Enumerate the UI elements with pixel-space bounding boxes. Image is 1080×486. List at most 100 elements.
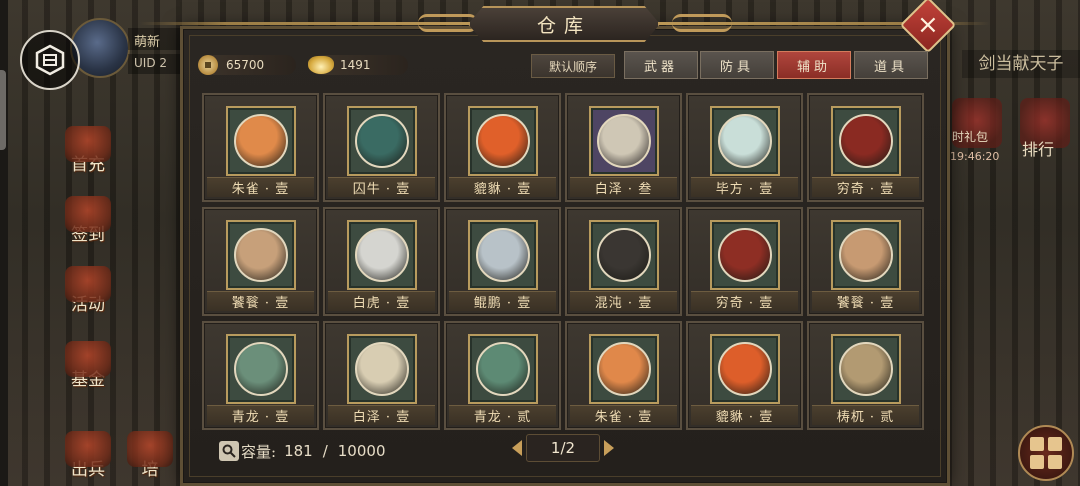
- item-slot[interactable]: 梼杌 · 贰: [807, 321, 924, 430]
- item-frame: [710, 334, 780, 404]
- main-menu-grid-button[interactable]: [1018, 425, 1074, 481]
- gold-currency: 1491: [308, 55, 408, 75]
- item-frame: [468, 220, 538, 290]
- beast-token-icon: [839, 114, 893, 168]
- item-name: 毕方 · 壹: [691, 177, 798, 197]
- tab-armor[interactable]: 防具: [700, 51, 774, 79]
- events-chest-icon: [65, 266, 111, 302]
- capacity-separator: /: [322, 442, 328, 460]
- first-recharge-icon: [65, 126, 111, 162]
- side-menu-fund[interactable]: 基金: [56, 330, 120, 390]
- beast-token-icon: [476, 342, 530, 396]
- item-slot[interactable]: 毕方 · 壹: [686, 93, 803, 202]
- item-name: 青龙 · 贰: [449, 405, 556, 425]
- item-slot[interactable]: 朱雀 · 壹: [565, 321, 682, 430]
- item-frame: [589, 106, 659, 176]
- item-slot[interactable]: 貔貅 · 壹: [686, 321, 803, 430]
- item-slot[interactable]: 穷奇 · 壹: [807, 93, 924, 202]
- item-frame: [831, 106, 901, 176]
- item-frame: [347, 334, 417, 404]
- item-frame: [831, 220, 901, 290]
- item-name: 朱雀 · 壹: [570, 405, 677, 425]
- gold-amount: 1491: [340, 58, 371, 72]
- beast-token-icon: [234, 342, 288, 396]
- item-slot[interactable]: 穷奇 · 壹: [686, 207, 803, 316]
- item-slot[interactable]: 鲲鹏 · 壹: [444, 207, 561, 316]
- item-slot[interactable]: 貔貅 · 壹: [444, 93, 561, 202]
- side-menu-events[interactable]: 活动: [56, 255, 120, 315]
- item-name: 囚牛 · 壹: [328, 177, 435, 197]
- edge-notch: [0, 70, 6, 150]
- item-frame: [347, 106, 417, 176]
- item-name: 梼杌 · 贰: [812, 405, 919, 425]
- item-slot[interactable]: 白虎 · 壹: [323, 207, 440, 316]
- item-name: 穷奇 · 壹: [812, 177, 919, 197]
- item-name: 白泽 · 壹: [328, 405, 435, 425]
- item-frame: [468, 334, 538, 404]
- gift-pack-label: 时礼包: [952, 130, 989, 144]
- item-frame: [589, 220, 659, 290]
- side-menu-dispatch[interactable]: 出兵: [56, 420, 120, 480]
- item-slot[interactable]: 白泽 · 叁: [565, 93, 682, 202]
- item-slot[interactable]: 白泽 · 壹: [323, 321, 440, 430]
- tab-items[interactable]: 道具: [854, 51, 928, 79]
- page-indicator: 1/2: [526, 434, 600, 462]
- search-icon[interactable]: [219, 441, 239, 461]
- item-name: 朱雀 · 壹: [207, 177, 314, 197]
- item-slot[interactable]: 青龙 · 壹: [202, 321, 319, 430]
- capacity-info: 容量: 181 / 10000: [219, 440, 385, 462]
- tab-weapons[interactable]: 武器: [624, 51, 698, 79]
- beast-token-icon: [597, 342, 651, 396]
- player-avatar[interactable]: [70, 18, 130, 78]
- beast-token-icon: [718, 114, 772, 168]
- item-frame: [589, 334, 659, 404]
- player-uid: UID 2: [128, 54, 188, 74]
- item-slot[interactable]: 混沌 · 壹: [565, 207, 682, 316]
- grid-cell: [1048, 437, 1062, 451]
- capacity-label: 容量:: [241, 442, 277, 461]
- game-logo-button[interactable]: [20, 30, 80, 90]
- item-name: 白虎 · 壹: [328, 291, 435, 311]
- screen-edge-bar: [0, 0, 8, 486]
- copper-currency: 65700: [198, 55, 296, 75]
- side-menu-cultivate[interactable]: 培: [122, 420, 178, 480]
- dispatch-icon: [65, 431, 111, 467]
- title-ornament-right: [672, 14, 732, 32]
- fund-icon: [65, 341, 111, 377]
- grid-cell: [1030, 455, 1044, 469]
- item-slot[interactable]: 囚牛 · 壹: [323, 93, 440, 202]
- item-name: 青龙 · 壹: [207, 405, 314, 425]
- right-banner-text: 剑当献天子: [962, 50, 1080, 78]
- item-name: 鲲鹏 · 壹: [449, 291, 556, 311]
- tab-auxiliary[interactable]: 辅助: [777, 51, 851, 79]
- capacity-max: 10000: [337, 442, 386, 460]
- cube-logo-icon: [35, 44, 65, 76]
- side-menu-first-recharge[interactable]: 首充: [56, 115, 120, 175]
- default-sort-button[interactable]: 默认顺序: [531, 54, 615, 78]
- item-slot[interactable]: 青龙 · 贰: [444, 321, 561, 430]
- title-plate: 仓库: [468, 6, 660, 42]
- item-slot[interactable]: 饕餮 · 壹: [202, 207, 319, 316]
- item-name: 貔貅 · 壹: [449, 177, 556, 197]
- beast-token-icon: [234, 114, 288, 168]
- item-slot[interactable]: 饕餮 · 壹: [807, 207, 924, 316]
- item-name: 饕餮 · 壹: [812, 291, 919, 311]
- item-name: 貔貅 · 壹: [691, 405, 798, 425]
- beast-token-icon: [476, 228, 530, 282]
- gift-pack-timer: 19:46:20: [950, 150, 1000, 163]
- beast-token-icon: [355, 342, 409, 396]
- prev-page-arrow-icon[interactable]: [512, 440, 522, 456]
- beast-token-icon: [355, 114, 409, 168]
- item-frame: [226, 106, 296, 176]
- beast-token-icon: [839, 342, 893, 396]
- item-frame: [831, 334, 901, 404]
- next-page-arrow-icon[interactable]: [604, 440, 614, 456]
- beast-token-icon: [234, 228, 288, 282]
- item-slot[interactable]: 朱雀 · 壹: [202, 93, 319, 202]
- checkin-icon: [65, 196, 111, 232]
- capacity-used: 181: [284, 442, 313, 460]
- beast-token-icon: [476, 114, 530, 168]
- side-menu-checkin[interactable]: 签到: [56, 185, 120, 245]
- item-name: 饕餮 · 壹: [207, 291, 314, 311]
- copper-amount: 65700: [226, 58, 265, 72]
